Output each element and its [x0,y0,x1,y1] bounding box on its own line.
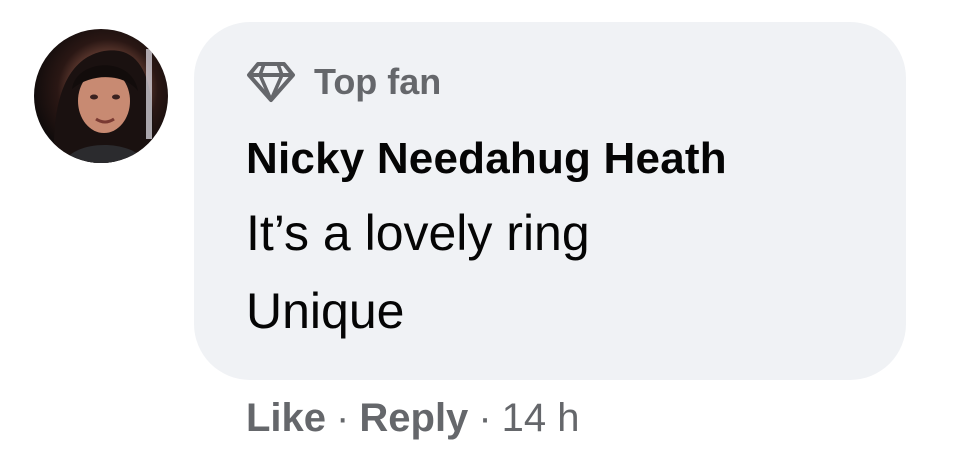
separator: · [478,396,492,440]
separator: · [336,396,350,440]
comment-text-line-2: Unique [246,283,405,339]
comment-actions: Like · Reply · 14 h [246,396,580,441]
comment-text-line-1: It’s a lovely ring [246,205,590,261]
comment: Top fan Nicky Needahug Heath It’s a love… [0,0,980,467]
timestamp[interactable]: 14 h [502,396,580,441]
like-button[interactable]: Like [246,396,326,441]
comment-bubble: Top fan Nicky Needahug Heath It’s a love… [194,22,906,380]
author-name[interactable]: Nicky Needahug Heath [246,134,727,184]
diamond-icon [246,61,296,103]
avatar[interactable] [34,29,168,163]
reply-button[interactable]: Reply [359,396,468,441]
top-fan-badge: Top fan [246,60,441,104]
badge-label: Top fan [314,61,442,102]
